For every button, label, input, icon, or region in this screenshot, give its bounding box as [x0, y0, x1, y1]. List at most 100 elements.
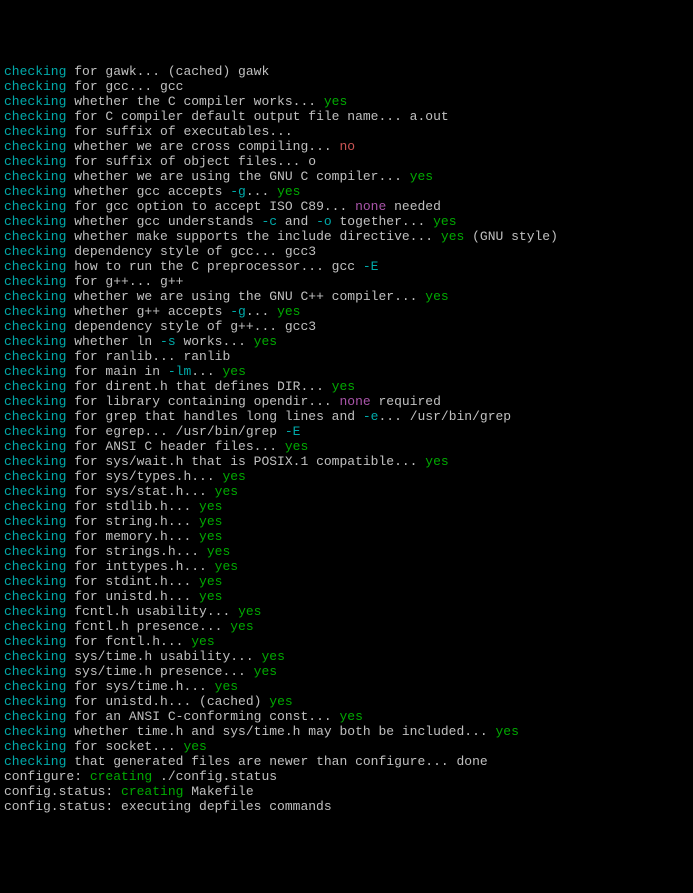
terminal-segment-plain: ... [191, 364, 222, 379]
terminal-line: checking that generated files are newer … [4, 754, 689, 769]
terminal-segment-checking: checking [4, 604, 66, 619]
terminal-segment-checking: checking [4, 709, 66, 724]
terminal-segment-plain: dependency style of g++... gcc3 [66, 319, 316, 334]
terminal-segment-checking: checking [4, 274, 66, 289]
terminal-segment-flag: -g [230, 304, 246, 319]
terminal-segment-yes: yes [269, 694, 292, 709]
terminal-segment-yes: yes [199, 514, 222, 529]
terminal-segment-checking: checking [4, 199, 66, 214]
terminal-segment-yes: yes [339, 709, 362, 724]
terminal-line: checking for dirent.h that defines DIR..… [4, 379, 689, 394]
terminal-segment-yes: yes [332, 379, 355, 394]
terminal-segment-plain: whether gcc understands [66, 214, 261, 229]
terminal-line: checking for sys/time.h... yes [4, 679, 689, 694]
terminal-segment-yes: yes [230, 619, 253, 634]
terminal-output: checking for gawk... (cached) gawkchecki… [4, 64, 689, 814]
terminal-segment-plain: fcntl.h usability... [66, 604, 238, 619]
terminal-line: checking whether we are using the GNU C … [4, 169, 689, 184]
terminal-segment-flag: -o [316, 214, 332, 229]
terminal-segment-plain: for library containing opendir... [66, 394, 339, 409]
terminal-segment-no: no [339, 139, 355, 154]
terminal-segment-yes: yes [207, 544, 230, 559]
terminal-line: checking for unistd.h... (cached) yes [4, 694, 689, 709]
terminal-line: checking dependency style of g++... gcc3 [4, 319, 689, 334]
terminal-segment-yes: yes [222, 469, 245, 484]
terminal-line: checking fcntl.h usability... yes [4, 604, 689, 619]
terminal-segment-plain: for memory.h... [66, 529, 199, 544]
terminal-segment-plain: for an ANSI C-conforming const... [66, 709, 339, 724]
terminal-segment-checking: checking [4, 169, 66, 184]
terminal-segment-plain: whether gcc accepts [66, 184, 230, 199]
terminal-segment-yes: yes [425, 454, 448, 469]
terminal-segment-checking: checking [4, 349, 66, 364]
terminal-segment-plain: whether we are using the GNU C++ compile… [66, 289, 425, 304]
terminal-segment-checking: checking [4, 739, 66, 754]
terminal-segment-checking: checking [4, 124, 66, 139]
terminal-segment-plain: whether we are cross compiling... [66, 139, 339, 154]
terminal-segment-yes: yes [254, 664, 277, 679]
terminal-segment-plain: for suffix of object files... o [66, 154, 316, 169]
terminal-segment-checking: checking [4, 79, 66, 94]
terminal-line: checking for ANSI C header files... yes [4, 439, 689, 454]
terminal-segment-plain: and [277, 214, 316, 229]
terminal-segment-checking: checking [4, 574, 66, 589]
terminal-line: checking for library containing opendir.… [4, 394, 689, 409]
terminal-segment-yes: yes [199, 529, 222, 544]
terminal-segment-yes: yes [410, 169, 433, 184]
terminal-segment-checking: checking [4, 694, 66, 709]
terminal-segment-none: none [355, 199, 386, 214]
terminal-segment-plain: for gawk... (cached) gawk [66, 64, 269, 79]
terminal-line: checking for socket... yes [4, 739, 689, 754]
terminal-segment-checking: checking [4, 139, 66, 154]
terminal-segment-yes: yes [277, 304, 300, 319]
terminal-segment-checking: checking [4, 589, 66, 604]
terminal-segment-plain: for ANSI C header files... [66, 439, 284, 454]
terminal-line: checking whether the C compiler works...… [4, 94, 689, 109]
terminal-line: checking whether time.h and sys/time.h m… [4, 724, 689, 739]
terminal-line: checking for memory.h... yes [4, 529, 689, 544]
terminal-segment-plain: ... [246, 304, 277, 319]
terminal-segment-plain: for g++... g++ [66, 274, 183, 289]
terminal-segment-plain: ... [246, 184, 277, 199]
terminal-segment-plain: that generated files are newer than conf… [66, 754, 487, 769]
terminal-segment-plain: sys/time.h usability... [66, 649, 261, 664]
terminal-segment-plain: (GNU style) [464, 229, 558, 244]
terminal-segment-checking: checking [4, 64, 66, 79]
terminal-line: checking whether gcc understands -c and … [4, 214, 689, 229]
terminal-line: checking sys/time.h usability... yes [4, 649, 689, 664]
terminal-line: checking whether ln -s works... yes [4, 334, 689, 349]
terminal-segment-creating: creating [121, 784, 183, 799]
terminal-segment-checking: checking [4, 304, 66, 319]
terminal-line: checking for stdint.h... yes [4, 574, 689, 589]
terminal-segment-plain: whether g++ accepts [66, 304, 230, 319]
terminal-line: checking for sys/wait.h that is POSIX.1 … [4, 454, 689, 469]
terminal-segment-plain: for strings.h... [66, 544, 206, 559]
terminal-line: checking whether we are using the GNU C+… [4, 289, 689, 304]
terminal-segment-plain: whether make supports the include direct… [66, 229, 440, 244]
terminal-line: checking for unistd.h... yes [4, 589, 689, 604]
terminal-segment-plain: Makefile [183, 784, 253, 799]
terminal-segment-plain: whether we are using the GNU C compiler.… [66, 169, 409, 184]
terminal-segment-plain: for gcc... gcc [66, 79, 183, 94]
terminal-line: checking how to run the C preprocessor..… [4, 259, 689, 274]
terminal-line: checking for grep that handles long line… [4, 409, 689, 424]
terminal-line: checking for ranlib... ranlib [4, 349, 689, 364]
terminal-line: checking fcntl.h presence... yes [4, 619, 689, 634]
terminal-segment-checking: checking [4, 724, 66, 739]
terminal-segment-checking: checking [4, 334, 66, 349]
terminal-segment-checking: checking [4, 244, 66, 259]
terminal-segment-yes: yes [215, 559, 238, 574]
terminal-segment-plain: for ranlib... ranlib [66, 349, 230, 364]
terminal-segment-plain: dependency style of gcc... gcc3 [66, 244, 316, 259]
terminal-segment-checking: checking [4, 529, 66, 544]
terminal-segment-checking: checking [4, 364, 66, 379]
terminal-segment-checking: checking [4, 214, 66, 229]
terminal-line: checking for gcc... gcc [4, 79, 689, 94]
terminal-segment-plain: for dirent.h that defines DIR... [66, 379, 331, 394]
terminal-segment-flag: -e [363, 409, 379, 424]
terminal-segment-plain: for main in [66, 364, 167, 379]
terminal-segment-checking: checking [4, 454, 66, 469]
terminal-line: checking dependency style of gcc... gcc3 [4, 244, 689, 259]
terminal-line: checking for egrep... /usr/bin/grep -E [4, 424, 689, 439]
terminal-segment-plain: ... /usr/bin/grep [378, 409, 511, 424]
